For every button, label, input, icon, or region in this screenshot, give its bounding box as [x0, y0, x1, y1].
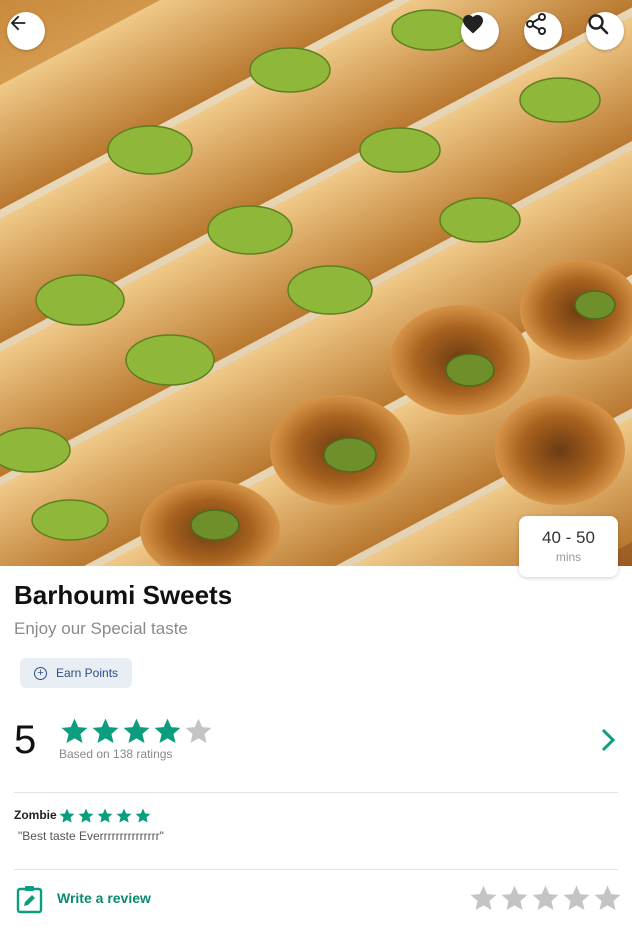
- review-stars: [58, 807, 153, 825]
- delivery-time-unit: mins: [555, 550, 582, 564]
- rating-count: Based on 138 ratings: [59, 747, 173, 761]
- earn-points-button[interactable]: + Earn Points: [20, 658, 132, 688]
- star-icon[interactable]: [561, 883, 592, 914]
- divider: [14, 869, 618, 870]
- delivery-time: 40 - 50: [542, 528, 595, 547]
- hero-image: [0, 0, 632, 566]
- star-icon: [154, 718, 181, 743]
- chevron-right-icon: [601, 728, 616, 752]
- star-icon[interactable]: [530, 883, 561, 914]
- back-button[interactable]: [7, 12, 45, 50]
- search-icon: [588, 14, 609, 35]
- star-icon: [116, 808, 132, 823]
- heart-icon: [463, 15, 483, 34]
- star-icon: [97, 808, 113, 823]
- restaurant-tagline: Enjoy our Special taste: [14, 619, 188, 638]
- divider: [14, 792, 618, 793]
- plus-circle-icon: +: [34, 666, 47, 680]
- write-review-stars[interactable]: [468, 883, 623, 914]
- favorite-button[interactable]: [461, 12, 499, 50]
- earn-points-label: Earn Points: [56, 666, 119, 680]
- rating-score: 5: [14, 718, 37, 762]
- review-author-row: Zombie: [14, 808, 57, 822]
- star-icon: [135, 808, 151, 823]
- review-text: "Best taste Everrrrrrrrrrrrrrr": [18, 829, 164, 843]
- search-button[interactable]: [586, 12, 624, 50]
- share-icon: [526, 13, 546, 35]
- star-icon: [61, 718, 88, 743]
- star-icon: [59, 808, 75, 823]
- star-icon: [78, 808, 94, 823]
- star-icon: [123, 718, 150, 743]
- ratings-summary[interactable]: 5 Based on 138 ratings: [0, 706, 632, 776]
- review-author: Zombie: [14, 808, 57, 822]
- write-review-row: Write a review: [0, 880, 632, 920]
- back-arrow-icon: [10, 15, 26, 31]
- star-icon[interactable]: [499, 883, 530, 914]
- star-icon[interactable]: [468, 883, 499, 914]
- delivery-time-card: 40 - 50 mins: [519, 516, 618, 577]
- share-button[interactable]: [524, 12, 562, 50]
- write-review-link[interactable]: Write a review: [57, 890, 151, 906]
- star-icon: [185, 718, 212, 743]
- star-icon[interactable]: [592, 883, 623, 914]
- edit-clipboard-icon[interactable]: [16, 885, 43, 914]
- restaurant-name: Barhoumi Sweets: [14, 580, 233, 610]
- star-icon: [92, 718, 119, 743]
- baklava-photo: [0, 0, 632, 566]
- rating-stars: [59, 716, 214, 747]
